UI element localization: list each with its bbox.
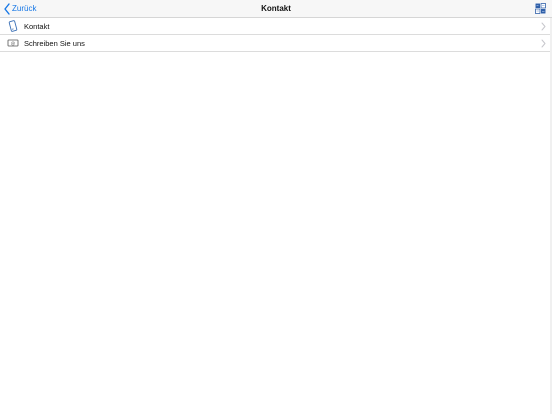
contact-screen: Zurück Kontakt Kontakt @ Schreiben Sie u… (0, 0, 552, 414)
page-title: Kontakt (261, 4, 291, 13)
svg-text:@: @ (11, 41, 16, 47)
list-item-kontakt[interactable]: Kontakt (0, 18, 552, 35)
contact-list: Kontakt @ Schreiben Sie uns (0, 18, 552, 52)
email-icon: @ (7, 39, 19, 47)
chevron-right-icon (541, 22, 546, 31)
app-logo-icon[interactable] (535, 3, 546, 14)
list-item-label: Kontakt (24, 22, 50, 31)
chevron-right-icon (541, 39, 546, 48)
list-item-schreiben[interactable]: @ Schreiben Sie uns (0, 35, 552, 52)
navigation-bar: Zurück Kontakt (0, 0, 552, 18)
list-item-label: Schreiben Sie uns (24, 39, 85, 48)
phone-icon (8, 20, 18, 32)
